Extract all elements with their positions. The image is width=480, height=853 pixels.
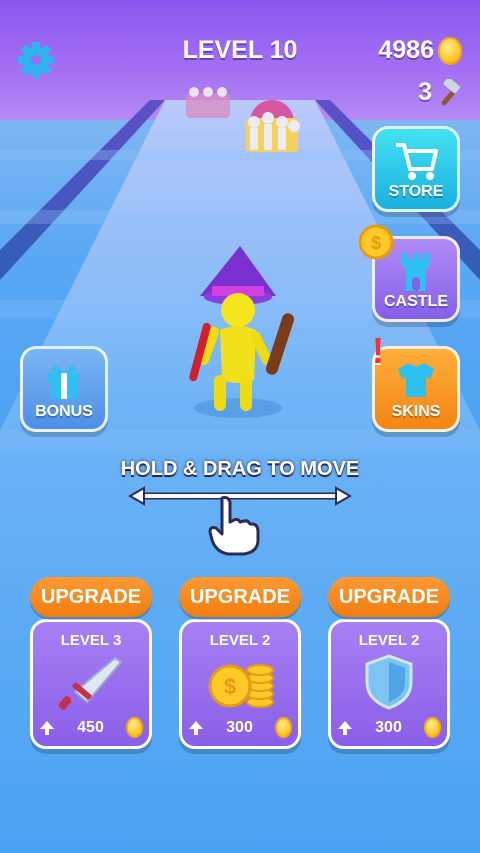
hammer-icon xyxy=(441,78,460,105)
game-scene[interactable]: LEVEL 10 4986 3 STORE CASTLE $ SKINS ! B… xyxy=(0,0,480,853)
skins-button[interactable]: SKINS xyxy=(372,346,460,432)
enemy-group-far xyxy=(186,87,230,118)
svg-text:$: $ xyxy=(224,674,236,699)
drag-hint-text: HOLD & DRAG TO MOVE xyxy=(120,458,360,480)
coin-icon xyxy=(274,717,292,738)
tshirt-icon xyxy=(398,363,434,397)
coin-stack-icon: $ xyxy=(208,664,274,708)
upgrade-cost: 300 xyxy=(337,717,441,738)
upgrade-panel[interactable]: LEVEL 2 $ 300 xyxy=(179,619,301,749)
shopping-cart-icon xyxy=(396,143,438,180)
up-arrow-icon xyxy=(338,720,352,735)
upgrade-level: LEVEL 2 xyxy=(358,632,420,649)
upgrade-panel[interactable]: LEVEL 2 300 xyxy=(328,619,450,749)
upgrade-button[interactable]: UPGRADE xyxy=(179,577,301,617)
svg-text:$: $ xyxy=(371,233,381,253)
upgrade-button[interactable]: UPGRADE xyxy=(328,577,450,617)
upgrade-cost: 300 xyxy=(188,717,292,738)
upgrade-level: LEVEL 3 xyxy=(60,632,122,649)
upgrade-cost: 450 xyxy=(39,717,143,738)
bonus-button[interactable]: BONUS xyxy=(20,346,108,432)
coin-counter: 4986 xyxy=(378,36,462,65)
coin-icon xyxy=(438,36,462,65)
sword-icon xyxy=(58,656,123,710)
dollar-coin-icon: $ xyxy=(358,224,394,260)
hammer-counter: 3 xyxy=(418,78,464,107)
upgrade-panel[interactable]: LEVEL 3 450 xyxy=(30,619,152,749)
up-arrow-icon xyxy=(40,720,54,735)
upgrade-card-shield[interactable]: UPGRADE LEVEL 2 300 xyxy=(328,577,450,753)
castle-tower-icon xyxy=(402,253,430,291)
upgrade-level: LEVEL 2 xyxy=(209,632,271,649)
shield-icon xyxy=(365,654,413,710)
skins-label: SKINS xyxy=(391,403,441,420)
upgrade-card-sword[interactable]: UPGRADE LEVEL 3 450 xyxy=(30,577,152,753)
gift-box-icon xyxy=(48,365,80,399)
upgrade-cost-value: 300 xyxy=(375,718,402,736)
bonus-label: BONUS xyxy=(35,403,93,420)
store-label: STORE xyxy=(388,183,444,200)
upgrade-cost-value: 300 xyxy=(226,718,253,736)
up-arrow-icon xyxy=(189,720,203,735)
coin-icon xyxy=(125,717,143,738)
upgrade-card-coins[interactable]: UPGRADE LEVEL 2 $ 300 xyxy=(179,577,301,753)
upgrade-cost-value: 450 xyxy=(77,718,104,736)
upgrade-button[interactable]: UPGRADE xyxy=(30,577,152,617)
alert-exclamation-icon: ! xyxy=(372,330,384,371)
coin-count: 4986 xyxy=(378,36,434,64)
coin-icon xyxy=(423,717,441,738)
castle-label: CASTLE xyxy=(384,293,448,310)
hammer-count: 3 xyxy=(418,78,432,106)
pointing-hand-icon xyxy=(208,496,260,556)
store-button[interactable]: STORE xyxy=(372,126,460,212)
